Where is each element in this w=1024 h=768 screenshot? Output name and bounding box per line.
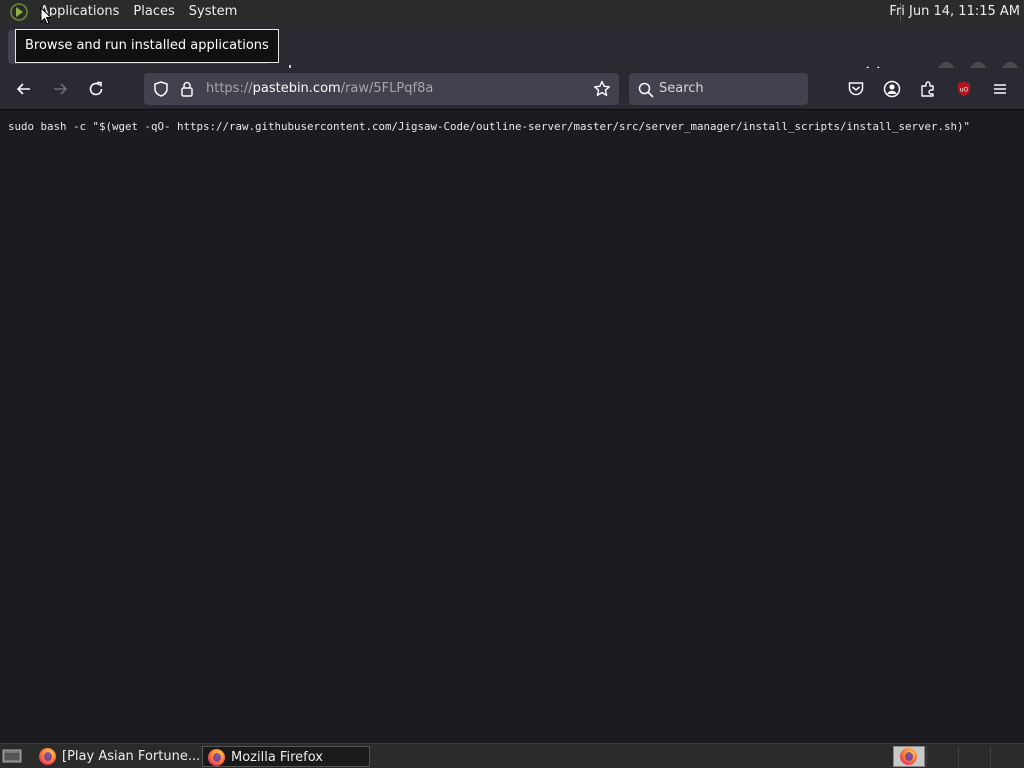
lock-icon[interactable] bbox=[177, 79, 197, 99]
navigation-toolbar: https://pastebin.com/raw/5FLPqf8a Search bbox=[0, 68, 1024, 110]
clock[interactable]: Fri Jun 14, 11:15 AM bbox=[889, 0, 1020, 24]
firefox-icon bbox=[208, 749, 225, 766]
ublock-shield-icon: uO bbox=[958, 81, 970, 97]
distro-logo-icon[interactable] bbox=[9, 2, 29, 22]
puzzle-piece-icon bbox=[921, 81, 934, 97]
task-label: [Play Asian Fortune... bbox=[62, 749, 199, 764]
show-desktop-icon bbox=[2, 749, 22, 763]
arrow-right-icon bbox=[54, 83, 68, 95]
reload-icon bbox=[89, 81, 103, 96]
hamburger-menu-icon bbox=[994, 84, 1006, 94]
firefox-icon bbox=[39, 748, 56, 765]
account-icon bbox=[883, 80, 901, 98]
top-panel: Applications Places System Fri Jun 14, 1… bbox=[0, 0, 1024, 24]
bottom-taskbar: [Play Asian Fortune... Mozilla Firefox bbox=[0, 743, 1024, 768]
raw-paste-text[interactable]: sudo bash -c "$(wget -qO- https://raw.gi… bbox=[8, 120, 988, 134]
url-path: /raw/5FLPqf8a bbox=[340, 81, 434, 96]
extensions-button[interactable] bbox=[918, 79, 938, 99]
search-icon bbox=[637, 80, 657, 100]
pocket-icon bbox=[848, 82, 864, 96]
back-button[interactable] bbox=[14, 79, 34, 99]
svg-text:uO: uO bbox=[960, 87, 969, 94]
show-desktop-button[interactable] bbox=[2, 748, 22, 764]
system-menu[interactable]: System bbox=[182, 0, 244, 24]
workspace-2[interactable] bbox=[926, 746, 958, 767]
arrow-left-icon bbox=[16, 83, 30, 95]
search-placeholder: Search bbox=[659, 81, 704, 96]
pocket-button[interactable] bbox=[846, 79, 866, 99]
url-bar[interactable]: https://pastebin.com/raw/5FLPqf8a bbox=[144, 73, 619, 105]
url-host: pastebin.com bbox=[252, 81, 341, 96]
app-menu-button[interactable] bbox=[990, 79, 1010, 99]
account-button[interactable] bbox=[882, 79, 902, 99]
forward-button[interactable] bbox=[50, 79, 70, 99]
workspace-4[interactable] bbox=[990, 746, 1022, 767]
url-text[interactable]: https://pastebin.com/raw/5FLPqf8a bbox=[206, 73, 433, 105]
search-field[interactable]: Search bbox=[629, 73, 808, 105]
applications-tooltip: Browse and run installed applications bbox=[15, 29, 279, 63]
page-content[interactable]: sudo bash -c "$(wget -qO- https://raw.gi… bbox=[0, 111, 1024, 743]
reload-button[interactable] bbox=[86, 79, 106, 99]
mouse-pointer-icon bbox=[40, 7, 52, 25]
places-menu[interactable]: Places bbox=[126, 0, 181, 24]
url-scheme: https:// bbox=[206, 81, 253, 96]
tracking-protection-shield-icon[interactable] bbox=[151, 79, 171, 99]
ublock-origin-button[interactable]: uO bbox=[954, 79, 974, 99]
task-label: Mozilla Firefox bbox=[231, 750, 323, 765]
bookmark-star-button[interactable] bbox=[592, 79, 612, 99]
star-icon bbox=[594, 80, 610, 96]
taskbar-item-asian-fortune[interactable]: [Play Asian Fortune... bbox=[34, 746, 199, 767]
taskbar-item-mozilla-firefox[interactable]: Mozilla Firefox bbox=[202, 746, 370, 767]
workspace-1[interactable] bbox=[893, 746, 925, 767]
workspace-3[interactable] bbox=[958, 746, 990, 767]
firefox-icon bbox=[900, 748, 917, 765]
